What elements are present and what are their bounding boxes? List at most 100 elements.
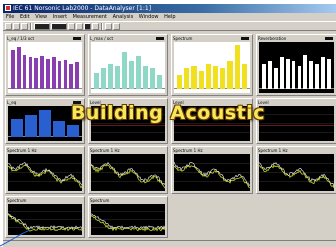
bar (34, 57, 39, 89)
menu-edit[interactable]: Edit (20, 14, 30, 20)
level-display (259, 106, 334, 141)
menu-help[interactable]: Help (164, 14, 175, 20)
spectrum-panel-5[interactable]: Spectrum (5, 196, 85, 238)
bar (11, 119, 23, 137)
bar (262, 63, 266, 89)
panel-value-box (241, 37, 249, 40)
zoom-icon[interactable] (76, 22, 83, 30)
bar (241, 63, 247, 89)
function-select[interactable] (51, 22, 67, 30)
bar (39, 110, 51, 137)
spectrum-panel-2[interactable]: Spectrum 1 Hz (88, 146, 168, 194)
bar (122, 52, 127, 89)
bar (75, 62, 79, 89)
bar-chart (8, 42, 82, 93)
bar-panel-1[interactable]: L_eq / 1/3 oct (5, 34, 85, 96)
panel-value-box (73, 37, 81, 40)
spectrum-panel-4[interactable]: Spectrum 1 Hz (256, 146, 336, 194)
level-panel-3[interactable]: Level (256, 98, 336, 144)
bar (321, 56, 326, 89)
toolbar-separator (101, 22, 103, 30)
level-panel-1[interactable]: Level (88, 98, 168, 144)
bar (150, 68, 155, 89)
bar (101, 68, 106, 89)
open-icon[interactable] (13, 22, 20, 30)
spectrum-plot (174, 154, 250, 191)
bar (115, 66, 120, 89)
bar-panel-3[interactable]: Spectrum (171, 34, 253, 96)
bar-panel-2[interactable]: L_max / oct (88, 34, 168, 96)
bar (11, 49, 15, 89)
panel-value-box (325, 37, 333, 40)
menu-analysis[interactable]: Analysis (113, 14, 134, 20)
panel-title: Level (90, 100, 101, 105)
menu-view[interactable]: View (35, 14, 47, 20)
bar (25, 114, 37, 137)
panel-title: Spectrum (173, 36, 193, 41)
panel-title: Level (173, 100, 184, 105)
toolbar (3, 21, 336, 31)
bar (28, 56, 33, 89)
spectrum-plot (8, 154, 82, 191)
bar-panel-4[interactable]: Reverberation (256, 34, 336, 96)
level-panel-2[interactable]: Level (171, 98, 253, 144)
bar (46, 59, 50, 89)
print-icon[interactable] (68, 22, 75, 30)
spectrum-plot (91, 154, 165, 191)
bar-chart (174, 42, 250, 93)
panel-title: Spectrum (7, 198, 27, 203)
level-display (91, 106, 165, 141)
bar-chart (8, 106, 82, 141)
chart-icon[interactable] (113, 22, 120, 30)
panel-title: L_max / oct (90, 36, 114, 41)
bar (309, 61, 314, 89)
spectrum-panel-3[interactable]: Spectrum 1 Hz (171, 146, 253, 194)
panel-value-box (156, 37, 164, 40)
bar (303, 54, 308, 89)
bar (22, 54, 27, 89)
bar (267, 61, 272, 89)
menu-measurement[interactable]: Measurement (73, 14, 107, 20)
bar-panel-5[interactable]: L_eq (5, 98, 85, 144)
grid-icon[interactable] (105, 22, 112, 30)
bar (213, 66, 219, 89)
bar (69, 63, 74, 89)
bar (40, 55, 44, 89)
play-icon[interactable] (92, 22, 99, 30)
channel-select[interactable] (34, 22, 50, 30)
panel-title: Reverberation (258, 36, 287, 41)
window-titlebar[interactable]: IEC 61 Norsonic Lab2000 - DataAnalyser [… (3, 4, 336, 13)
panel-title: Spectrum 1 Hz (90, 148, 120, 153)
record-icon[interactable] (84, 22, 91, 30)
bar (51, 56, 56, 89)
bar (234, 45, 240, 89)
menu-file[interactable]: File (6, 14, 14, 20)
bar (191, 66, 197, 89)
spectrum-plot (8, 204, 82, 235)
bar (136, 55, 141, 89)
menu-insert[interactable]: Insert (53, 14, 67, 20)
bar (143, 66, 148, 89)
bar (205, 63, 211, 89)
panel-title: L_eq / 1/3 oct (7, 36, 35, 41)
window-title: IEC 61 Norsonic Lab2000 - DataAnalyser [… (13, 5, 152, 12)
save-icon[interactable] (21, 22, 28, 30)
panel-title: Level (258, 100, 269, 105)
menu-window[interactable]: Window (139, 14, 159, 20)
bar (16, 46, 21, 89)
bar (279, 56, 284, 89)
bar (327, 59, 331, 89)
bar (177, 75, 183, 89)
level-display (174, 106, 250, 141)
new-icon[interactable] (5, 22, 12, 30)
bar (67, 125, 79, 137)
spectrum-panel-1[interactable]: Spectrum 1 Hz (5, 146, 85, 194)
spectrum-panel-6[interactable]: Spectrum (88, 196, 168, 238)
panel-title: L_eq (7, 100, 17, 105)
panel-title: Spectrum (90, 198, 110, 203)
bar (94, 72, 99, 89)
bar (184, 68, 190, 89)
panel-value-box (73, 101, 81, 104)
bar (227, 61, 233, 89)
panel-title: Spectrum 1 Hz (173, 148, 203, 153)
